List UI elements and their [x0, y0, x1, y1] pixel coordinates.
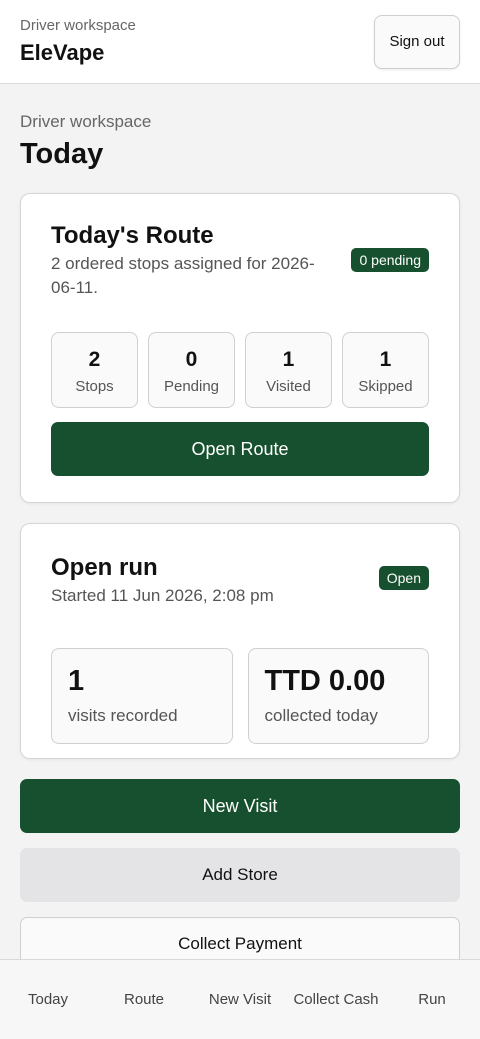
stat-label: visits recorded [68, 706, 178, 725]
stat-value: 1 [68, 665, 85, 697]
app-header: Driver workspace EleVape Sign out [0, 0, 480, 84]
stat-skipped: 1 Skipped [342, 332, 429, 408]
sign-out-button[interactable]: Sign out [374, 14, 460, 69]
nav-item-run[interactable]: Run [384, 960, 480, 1039]
bottom-nav: Today Route New Visit Collect Cash Run [0, 959, 480, 1039]
new-visit-button[interactable]: New Visit [20, 779, 460, 833]
brand-title: EleVape [20, 40, 105, 65]
run-card-description: Started 11 Jun 2026, 2:08 pm [51, 586, 274, 605]
nav-item-collect-cash[interactable]: Collect Cash [288, 960, 384, 1039]
stat-value: TTD 0.00 [264, 665, 386, 697]
open-run-card: Open run Started 11 Jun 2026, 2:08 pm Op… [20, 523, 460, 759]
stat-label: Skipped [358, 378, 413, 395]
stat-pending: 0 Pending [148, 332, 235, 408]
brand: Driver workspace EleVape [20, 17, 136, 66]
nav-item-today[interactable]: Today [0, 960, 96, 1039]
main-content: Driver workspace Today Today's Route 2 o… [0, 112, 480, 971]
open-route-button[interactable]: Open Route [51, 422, 429, 476]
page-subtitle: Driver workspace [20, 112, 152, 131]
stat-label: Stops [75, 378, 114, 395]
run-status-badge: Open [378, 566, 429, 590]
pending-status-badge: 0 pending [351, 248, 429, 272]
stat-value: 1 [282, 348, 295, 371]
stat-label: Pending [163, 378, 220, 395]
stat-value: 1 [379, 348, 392, 371]
route-stats: 2 Stops 0 Pending 1 Visited 1 Skipped [51, 332, 429, 408]
stat-label: collected today [264, 706, 378, 725]
brand-subtitle: Driver workspace [20, 17, 136, 34]
run-stats: 1 visits recorded TTD 0.00 collected tod… [51, 648, 429, 744]
stat-stops: 2 Stops [51, 332, 138, 408]
stat-label: Visited [266, 378, 311, 395]
route-card-header: Today's Route 2 ordered stops assigned f… [51, 222, 429, 300]
quick-actions: New Visit Add Store Collect Payment [20, 779, 460, 971]
route-card-description: 2 ordered stops assigned for 2026-06-11. [51, 254, 315, 297]
stat-visits-recorded: 1 visits recorded [51, 648, 233, 744]
stat-collected-today: TTD 0.00 collected today [247, 648, 429, 744]
run-card-header: Open run Started 11 Jun 2026, 2:08 pm Op… [51, 554, 429, 608]
stat-value: 2 [88, 348, 101, 371]
nav-item-new-visit[interactable]: New Visit [192, 960, 288, 1039]
route-card-title: Today's Route [51, 222, 214, 249]
add-store-button[interactable]: Add Store [20, 848, 460, 902]
todays-route-card: Today's Route 2 ordered stops assigned f… [20, 193, 460, 503]
stat-visited: 1 Visited [245, 332, 332, 408]
stat-value: 0 [185, 348, 198, 371]
run-card-title: Open run [51, 554, 158, 581]
nav-item-route[interactable]: Route [96, 960, 192, 1039]
page-title: Today [20, 138, 104, 170]
